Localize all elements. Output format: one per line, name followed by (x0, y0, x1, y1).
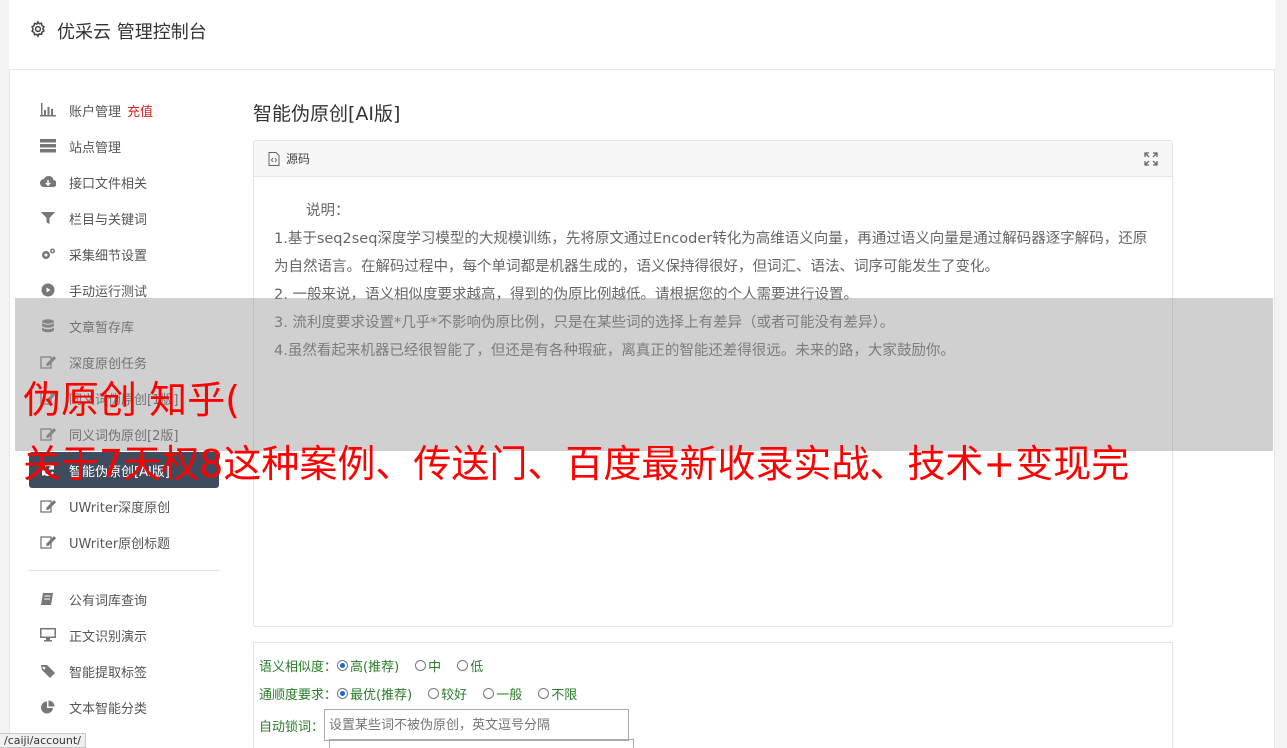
overlay-headline: 伪原创 知乎( (23, 378, 240, 422)
radio-label: 一般 (496, 687, 523, 703)
fluency-good-radio[interactable]: 较好 (428, 684, 467, 703)
sidebar-item-label: 栏目与关键词 (69, 212, 148, 228)
similarity-low-radio[interactable]: 低 (457, 656, 483, 675)
page-title: 智能伪原创[AI版] (253, 103, 401, 125)
panel-header: 源码 (254, 141, 1172, 177)
edit-icon (39, 499, 57, 513)
book-icon (39, 592, 57, 606)
radio-dot[interactable] (428, 687, 440, 699)
cogs-icon (39, 247, 57, 261)
similarity-medium-radio[interactable]: 中 (415, 656, 441, 675)
sidebar-item-label: 正文识别演示 (69, 629, 148, 645)
similarity-high-radio[interactable]: 高(推荐) (337, 656, 399, 675)
radio-label: 中 (428, 659, 442, 675)
radio-label: 较好 (441, 687, 468, 703)
server-icon (39, 139, 57, 153)
sidebar-item-label: 接口文件相关 (69, 176, 148, 192)
code-file-icon (268, 151, 280, 166)
sidebar-item-sites[interactable]: 站点管理 (29, 128, 219, 164)
instruction-1: 1.基于seq2seq深度学习模型的大规模训练，先将原文通过Encoder转化为… (274, 231, 1148, 275)
sidebar-item-label: 公有词库查询 (69, 593, 148, 609)
similarity-label: 语义相似度： (259, 659, 338, 675)
sidebar-divider (29, 570, 219, 571)
fluency-none-radio[interactable]: 不限 (538, 684, 577, 703)
sidebar-item-account[interactable]: 账户管理 充值 (29, 92, 219, 128)
sidebar-item-label: 采集细节设置 (69, 248, 148, 264)
sidebar-item-classify[interactable]: 文本智能分类 (29, 689, 219, 725)
sidebar-item-interface[interactable]: 接口文件相关 (29, 164, 219, 200)
fluency-best-radio[interactable]: 最优(推荐) (337, 684, 412, 703)
lock-words-input[interactable] (324, 709, 630, 741)
recharge-link[interactable]: 充值 (127, 101, 153, 120)
fluency-label: 通顺度要求： (259, 687, 338, 703)
options-form: 语义相似度： 高(推荐) 中 低 通顺度要求： 最优(推荐) 较好 一般 不限 … (253, 642, 1173, 748)
sidebar-item-uwriter-deep[interactable]: UWriter深度原创 (29, 488, 219, 524)
overlay-subheadline: 关于7天权8这种案例、传送门、百度最新收录实战、技术+变现完 (23, 442, 1130, 486)
radio-label: 不限 (551, 687, 578, 703)
cloud-download-icon (39, 175, 57, 189)
radio-dot[interactable] (538, 687, 550, 699)
sidebar-item-columns[interactable]: 栏目与关键词 (29, 200, 219, 236)
instructions-heading: 说明： (306, 203, 350, 219)
fullscreen-icon[interactable] (1144, 152, 1158, 169)
app-title: 优采云 管理控制台 (57, 22, 207, 43)
browser-status-url: /caiji/account/ (0, 733, 86, 748)
sidebar-item-extract-tags[interactable]: 智能提取标签 (29, 653, 219, 689)
sidebar-item-public-lexicon[interactable]: 公有词库查询 (29, 581, 219, 617)
radio-label: 最优(推荐) (350, 687, 413, 703)
sidebar-item-text-recognition[interactable]: 正文识别演示 (29, 617, 219, 653)
fluency-row: 通顺度要求： 最优(推荐) 较好 一般 不限 (259, 679, 1172, 707)
overlay-banner (15, 298, 1273, 451)
radio-dot[interactable] (457, 659, 469, 671)
similarity-row: 语义相似度： 高(推荐) 中 低 (259, 651, 1172, 679)
radio-dot[interactable] (337, 659, 349, 671)
sidebar-item-label: 智能提取标签 (69, 665, 148, 681)
radio-dot[interactable] (337, 687, 349, 699)
edit-icon (39, 535, 57, 549)
radio-dot[interactable] (415, 659, 427, 671)
fluency-normal-radio[interactable]: 一般 (483, 684, 522, 703)
radio-dot[interactable] (483, 687, 495, 699)
sidebar-item-label: 站点管理 (69, 140, 122, 156)
sidebar-item-label: 文本智能分类 (69, 701, 148, 717)
sidebar-item-label: UWriter原创标题 (69, 536, 171, 552)
tag-icon (39, 664, 57, 678)
play-circle-icon (39, 283, 57, 297)
panel-header-label[interactable]: 源码 (286, 150, 310, 167)
radio-label: 高(推荐) (350, 659, 400, 675)
brand[interactable]: 优采云 管理控制台 (29, 18, 207, 44)
sidebar-item-label: 手动运行测试 (69, 284, 148, 300)
lock-label: 自动锁词： (259, 719, 325, 735)
pie-chart-icon (39, 700, 57, 714)
sidebar-item-label: 账户管理 (69, 104, 122, 120)
sidebar-item-label: UWriter深度原创 (69, 500, 171, 516)
desktop-icon (39, 628, 57, 642)
secondary-input[interactable] (329, 739, 634, 748)
sidebar-item-uwriter-title[interactable]: UWriter原创标题 (29, 524, 219, 560)
lock-row: 自动锁词： (259, 707, 1172, 743)
bar-chart-icon (39, 103, 57, 117)
sidebar-item-collect-settings[interactable]: 采集细节设置 (29, 236, 219, 272)
radio-label: 低 (470, 659, 484, 675)
top-bar: 优采云 管理控制台 (9, 0, 1275, 70)
filter-icon (39, 211, 57, 225)
gear-icon (29, 19, 47, 43)
